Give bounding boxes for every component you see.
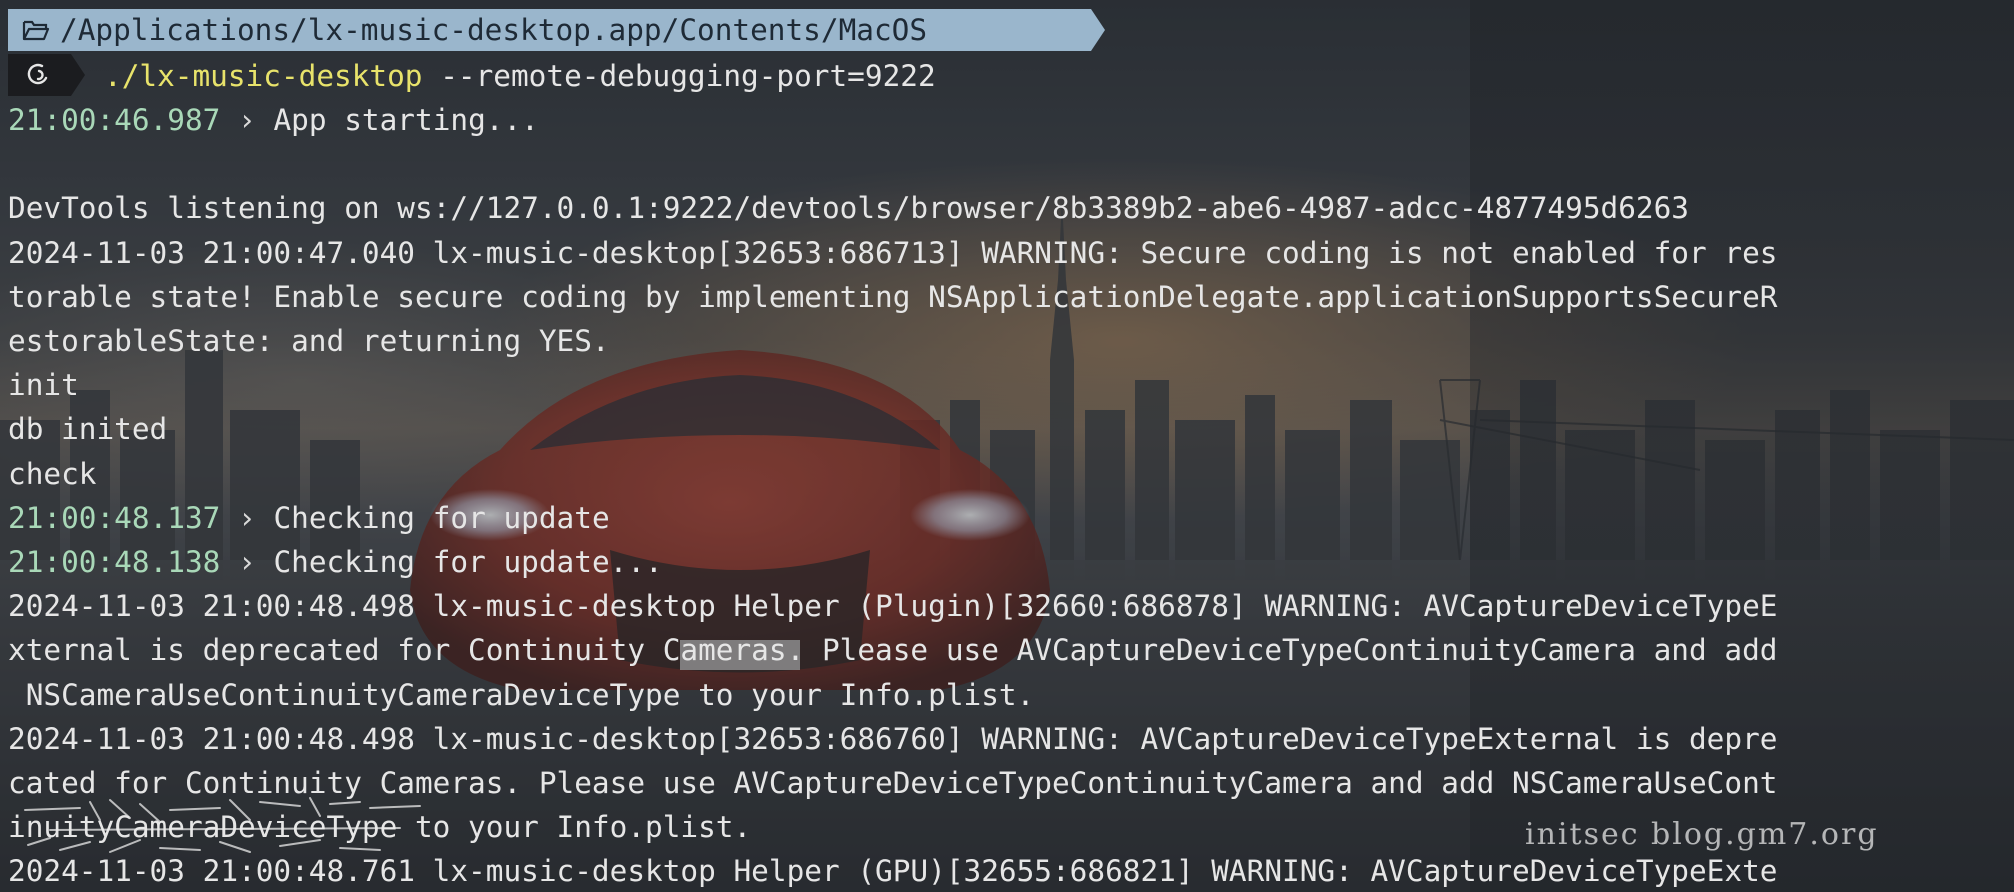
command-args: --remote-debugging-port=9222 (422, 59, 936, 93)
prompt-path-text: /Applications/lx-music-desktop.app/Conte… (60, 13, 928, 47)
log-message: Checking for update (273, 500, 610, 535)
log-line: db inited (8, 407, 167, 451)
log-message: db inited (8, 412, 168, 447)
prompt-badge-arrow (71, 54, 85, 96)
log-message: 2024-11-03 21:00:47.040 lx-music-desktop… (8, 235, 1778, 270)
prompt-path-arrow (1091, 9, 1105, 51)
handwritten-scribble-graphic (24, 797, 421, 853)
log-separator: › (220, 545, 274, 579)
log-line: NSCameraUseContinuityCameraDeviceType to… (8, 673, 1035, 717)
watermark-text: initsec blog.gm7.org (1525, 817, 1879, 852)
log-timestamp: 21:00:48.137 (8, 500, 221, 535)
log-line: estorableState: and returning YES. (8, 319, 610, 363)
log-message: torable state! Enable secure coding by i… (8, 279, 1778, 314)
terminal-window[interactable]: /Applications/lx-music-desktop.app/Conte… (0, 0, 2014, 892)
log-message: xternal is deprecated for Continuity Cam… (8, 633, 1778, 668)
log-message: estorableState: and returning YES. (8, 324, 610, 358)
log-message: DevTools listening on ws://127.0.0.1:922… (8, 191, 1689, 226)
log-line: 21:00:46.987 › App starting... (8, 98, 539, 142)
log-line: DevTools listening on ws://127.0.0.1:922… (8, 186, 1689, 230)
prompt-path-segment: /Applications/lx-music-desktop.app/Conte… (8, 9, 1091, 51)
command-name: ./lx-music-desktop (104, 59, 423, 93)
log-timestamp: 21:00:48.138 (8, 545, 221, 579)
log-line: check (8, 452, 96, 496)
folder-open-icon (22, 11, 50, 53)
log-line: xternal is deprecated for Continuity Cam… (8, 628, 1777, 672)
log-line: 2024-11-03 21:00:47.040 lx-music-desktop… (8, 231, 1777, 275)
log-line: 21:00:48.138 › Checking for update... (8, 540, 663, 584)
prompt-os-badge (8, 54, 71, 96)
log-line: 21:00:48.137 › Checking for update (8, 496, 610, 540)
log-line: 2024-11-03 21:00:48.498 lx-music-desktop… (8, 584, 1777, 628)
log-message: 2024-11-03 21:00:48.498 lx-music-desktop… (8, 721, 1778, 756)
log-message: init (8, 368, 79, 403)
log-message: App starting... (273, 103, 539, 137)
log-message: Checking for update... (273, 545, 663, 579)
log-separator: › (220, 500, 274, 535)
log-message: NSCameraUseContinuityCameraDeviceType to… (8, 677, 1035, 712)
log-separator: › (220, 103, 274, 137)
log-message: check (8, 456, 97, 491)
log-line: 2024-11-03 21:00:48.498 lx-music-desktop… (8, 717, 1777, 761)
debian-swirl-icon (27, 63, 48, 85)
log-timestamp: 21:00:46.987 (8, 103, 221, 137)
log-line: init (8, 363, 79, 407)
log-line: torable state! Enable secure coding by i… (8, 275, 1777, 319)
log-message: 2024-11-03 21:00:48.498 lx-music-desktop… (8, 589, 1778, 624)
command-line[interactable]: ./lx-music-desktop --remote-debugging-po… (104, 54, 936, 98)
